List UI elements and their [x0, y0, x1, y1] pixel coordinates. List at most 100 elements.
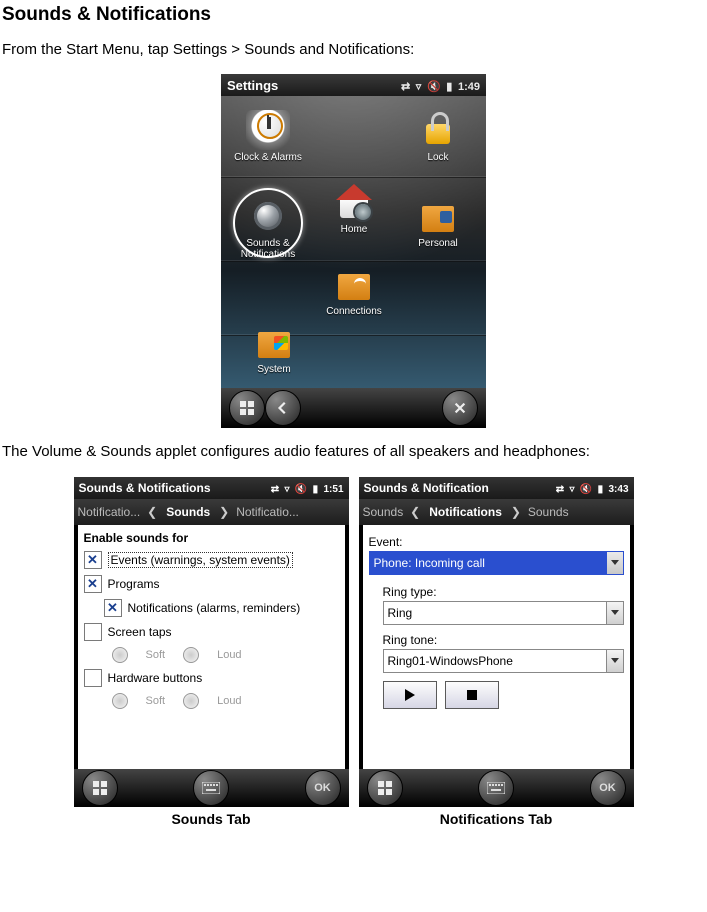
status-bar: Sounds & Notification ⇄ ▿ 🔇 ▮ 3:43	[359, 477, 634, 499]
radio-label: Soft	[146, 649, 166, 661]
checkbox-icon[interactable]	[84, 669, 102, 687]
option-hardware-buttons[interactable]: Hardware buttons	[84, 669, 339, 687]
combo-value: Phone: Incoming call	[374, 556, 485, 570]
status-title: Sounds & Notifications	[79, 481, 211, 495]
start-button[interactable]	[82, 770, 118, 806]
tab-left[interactable]: Sounds	[359, 505, 408, 519]
status-clock: 3:43	[608, 484, 628, 495]
option-label: Events (warnings, system events)	[108, 552, 293, 568]
data-icon: ⇄	[556, 484, 564, 495]
status-title: Settings	[227, 78, 278, 93]
keyboard-button[interactable]	[193, 770, 229, 806]
option-events[interactable]: Events (warnings, system events)	[84, 551, 339, 569]
data-icon: ⇄	[401, 80, 410, 93]
section-header: Enable sounds for	[84, 531, 339, 545]
mute-icon: 🔇	[427, 80, 441, 93]
radio-label: Loud	[217, 649, 241, 661]
tab-active: Notifications	[423, 505, 508, 519]
radio-soft[interactable]	[112, 693, 128, 709]
chevron-right-icon[interactable]: ❯	[216, 505, 232, 519]
option-label: Hardware buttons	[108, 671, 203, 685]
intro-paragraph: From the Start Menu, tap Settings > Soun…	[2, 40, 705, 60]
checkbox-icon[interactable]	[104, 599, 122, 617]
checkbox-icon[interactable]	[84, 551, 102, 569]
tab-active: Sounds	[160, 505, 216, 519]
highlight-ring	[233, 188, 303, 258]
dropdown-icon[interactable]	[606, 552, 623, 574]
settings-grid: Clock & Alarms Lock Sounds & Notificatio…	[221, 96, 486, 388]
soft-key-bar	[221, 388, 486, 428]
combo-value: Ring01-WindowsPhone	[388, 654, 513, 668]
option-label: Programs	[108, 577, 160, 591]
sounds-tab-body: Enable sounds for Events (warnings, syst…	[78, 525, 345, 769]
option-notifications[interactable]: Notifications (alarms, reminders)	[84, 599, 339, 617]
keyboard-button[interactable]	[478, 770, 514, 806]
label-clock-alarms: Clock & Alarms	[229, 152, 307, 163]
battery-icon: ▮	[313, 484, 319, 495]
radio-loud[interactable]	[183, 693, 199, 709]
caption-sounds-tab: Sounds Tab	[74, 811, 349, 827]
dropdown-icon[interactable]	[606, 602, 623, 624]
battery-icon: ▮	[598, 484, 604, 495]
tab-strip: Notificatio... ❮ Sounds ❯ Notificatio...	[74, 499, 349, 525]
checkbox-icon[interactable]	[84, 575, 102, 593]
ok-button[interactable]: OK	[590, 770, 626, 806]
screen-taps-volume: Soft Loud	[84, 647, 339, 663]
play-button[interactable]	[383, 681, 437, 709]
status-icons: ⇄ ▿ 🔇 ▮ 1:49	[399, 78, 480, 93]
ring-tone-combo[interactable]: Ring01-WindowsPhone	[383, 649, 624, 673]
notifications-tab-screenshot: Sounds & Notification ⇄ ▿ 🔇 ▮ 3:43 Sound…	[359, 477, 634, 807]
chevron-left-icon[interactable]: ❮	[407, 505, 423, 519]
settings-item-connections[interactable]: Connections	[315, 264, 393, 317]
tab-left[interactable]: Notificatio...	[74, 505, 145, 519]
settings-item-lock[interactable]: Lock	[399, 110, 477, 163]
caption-notifications-tab: Notifications Tab	[359, 811, 634, 827]
radio-label: Loud	[217, 695, 241, 707]
option-screen-taps[interactable]: Screen taps	[84, 623, 339, 641]
start-button[interactable]	[229, 390, 265, 426]
settings-item-personal[interactable]: Personal	[399, 196, 477, 249]
checkbox-icon[interactable]	[84, 623, 102, 641]
close-button[interactable]	[442, 390, 478, 426]
status-icons: ⇄ ▿ 🔇 ▮ 1:51	[269, 481, 344, 495]
radio-label: Soft	[146, 695, 166, 707]
label-lock: Lock	[399, 152, 477, 163]
back-button[interactable]	[265, 390, 301, 426]
ok-button[interactable]: OK	[305, 770, 341, 806]
tab-right[interactable]: Sounds	[524, 505, 573, 519]
chevron-right-icon[interactable]: ❯	[508, 505, 524, 519]
chevron-left-icon[interactable]: ❮	[144, 505, 160, 519]
ring-tone-label: Ring tone:	[383, 633, 624, 647]
settings-item-system[interactable]: System	[235, 322, 313, 375]
start-button[interactable]	[367, 770, 403, 806]
event-label: Event:	[369, 535, 624, 549]
settings-item-home[interactable]: Home	[315, 182, 393, 235]
home-icon	[332, 182, 376, 222]
event-combo[interactable]: Phone: Incoming call	[369, 551, 624, 575]
status-icons: ⇄ ▿ 🔇 ▮ 3:43	[554, 481, 629, 495]
ring-type-label: Ring type:	[383, 585, 624, 599]
system-folder-icon	[252, 322, 296, 362]
label-system: System	[235, 364, 313, 375]
settings-screenshot: Settings ⇄ ▿ 🔇 ▮ 1:49 Clock & Alarms	[221, 74, 486, 428]
tab-right[interactable]: Notificatio...	[232, 505, 303, 519]
label-home: Home	[315, 224, 393, 235]
soft-key-bar: OK	[74, 769, 349, 807]
combo-value: Ring	[388, 606, 413, 620]
sounds-tab-screenshot: Sounds & Notifications ⇄ ▿ 🔇 ▮ 1:51 Noti…	[74, 477, 349, 807]
dropdown-icon[interactable]	[606, 650, 623, 672]
option-label: Notifications (alarms, reminders)	[128, 601, 301, 615]
radio-soft[interactable]	[112, 647, 128, 663]
signal-icon: ▿	[284, 484, 289, 495]
status-clock: 1:51	[323, 484, 343, 495]
battery-icon: ▮	[446, 80, 452, 93]
status-bar: Settings ⇄ ▿ 🔇 ▮ 1:49	[221, 74, 486, 96]
soft-key-bar: OK	[359, 769, 634, 807]
option-programs[interactable]: Programs	[84, 575, 339, 593]
page-heading: Sounds & Notifications	[2, 4, 705, 26]
mute-icon: 🔇	[295, 484, 307, 495]
radio-loud[interactable]	[183, 647, 199, 663]
settings-item-clock-alarms[interactable]: Clock & Alarms	[229, 110, 307, 163]
ring-type-combo[interactable]: Ring	[383, 601, 624, 625]
stop-button[interactable]	[445, 681, 499, 709]
